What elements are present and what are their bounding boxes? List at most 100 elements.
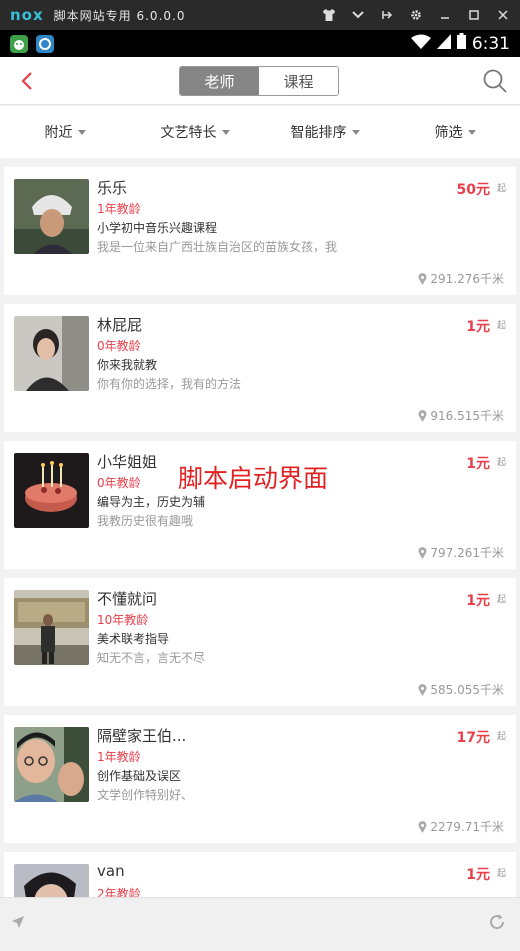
distance: 2279.71千米 xyxy=(418,818,504,835)
location-pin-icon xyxy=(418,272,427,285)
teacher-name: van xyxy=(97,862,125,880)
filter-label: 文艺特长 xyxy=(160,125,217,141)
distance: 916.515千米 xyxy=(418,407,504,424)
app-header: 老师 课程 xyxy=(0,57,520,105)
teacher-name: 乐乐 xyxy=(97,179,128,197)
distance-value: 797.261千米 xyxy=(430,546,504,560)
price-suffix: 起 xyxy=(496,321,506,331)
caret-down-icon xyxy=(221,129,230,135)
course-title: 你来我就教 xyxy=(97,358,158,372)
battery-icon xyxy=(456,33,466,54)
price-suffix: 起 xyxy=(496,184,506,194)
back-arrow-icon[interactable] xyxy=(16,69,40,93)
teacher-description: 我教历史很有趣哦 xyxy=(97,514,194,528)
price: 1元 xyxy=(466,593,490,609)
close-icon[interactable] xyxy=(496,8,510,22)
shirt-icon[interactable] xyxy=(322,8,336,22)
teacher-name: 小华姐姐 xyxy=(97,453,158,471)
pin-icon[interactable] xyxy=(380,8,394,22)
app-screen: 老师 课程 附近 文艺特长 智能排序 筛选 乐乐 1年教龄 小学初中音乐兴趣课程… xyxy=(0,57,520,951)
location-pin-icon xyxy=(418,409,427,422)
course-title: 创作基础及误区 xyxy=(97,769,182,783)
teacher-card[interactable]: 林屁屁 0年教龄 你来我就教 你有你的选择，我有的方法 1元 起 916.515… xyxy=(4,304,516,432)
caret-down-icon xyxy=(467,129,476,135)
location-pin-icon xyxy=(418,820,427,833)
course-title: 美术联考指导 xyxy=(97,632,170,646)
filter-category[interactable]: 文艺特长 xyxy=(130,106,260,158)
minimize-icon[interactable] xyxy=(438,8,452,22)
price-suffix: 起 xyxy=(496,732,506,742)
location-pin-icon xyxy=(418,546,427,559)
location-pin-icon xyxy=(418,683,427,696)
filter-bar: 附近 文艺特长 智能排序 筛选 xyxy=(0,106,520,158)
teaching-years: 0年教龄 xyxy=(97,476,141,490)
filter-nearby[interactable]: 附近 xyxy=(0,106,130,158)
segment-control: 老师 课程 xyxy=(179,66,339,96)
refresh-icon[interactable] xyxy=(488,913,506,931)
distance: 291.276千米 xyxy=(418,270,504,287)
price: 1元 xyxy=(466,456,490,472)
avatar xyxy=(14,316,89,391)
tab-teacher[interactable]: 老师 xyxy=(180,67,259,95)
emulator-logo: nox xyxy=(10,6,44,24)
price-suffix: 起 xyxy=(496,869,506,879)
overlay-text: 脚本启动界面 xyxy=(178,464,329,493)
teacher-name: 隔壁家王伯... xyxy=(97,727,187,745)
distance-value: 2279.71千米 xyxy=(430,820,504,834)
filter-screen[interactable]: 筛选 xyxy=(390,106,520,158)
caret-down-icon xyxy=(77,129,86,135)
teaching-years: 1年教龄 xyxy=(97,202,141,216)
distance-value: 916.515千米 xyxy=(430,409,504,423)
notification-app-icon xyxy=(36,34,54,53)
emulator-title-bar: nox 脚本网站专用 6.0.0.0 xyxy=(0,0,520,30)
bottom-bar xyxy=(0,897,520,951)
wifi-icon xyxy=(410,34,431,54)
teaching-years: 10年教龄 xyxy=(97,613,149,627)
teacher-description: 知无不言，言无不尽 xyxy=(97,651,206,665)
emulator-title: 脚本网站专用 6.0.0.0 xyxy=(53,8,186,23)
tab-course[interactable]: 课程 xyxy=(259,67,338,95)
price: 1元 xyxy=(466,319,490,335)
teacher-card[interactable]: 乐乐 1年教龄 小学初中音乐兴趣课程 我是一位来自广西壮族自治区的苗族女孩，我 … xyxy=(4,167,516,295)
filter-label: 筛选 xyxy=(434,125,463,141)
status-bar: 6:31 xyxy=(0,30,520,57)
avatar xyxy=(14,179,89,254)
location-arrow-icon[interactable] xyxy=(10,914,26,930)
avatar xyxy=(14,590,89,665)
teaching-years: 0年教龄 xyxy=(97,339,141,353)
distance: 585.055千米 xyxy=(418,681,504,698)
filter-sort[interactable]: 智能排序 xyxy=(260,106,390,158)
course-title: 编导为主，历史为辅 xyxy=(97,495,206,509)
price: 17元 xyxy=(456,730,490,746)
distance-value: 291.276千米 xyxy=(430,272,504,286)
course-title: 小学初中音乐兴趣课程 xyxy=(97,221,218,235)
teacher-card[interactable]: 隔壁家王伯... 1年教龄 创作基础及误区 文学创作特别好、 17元 起 227… xyxy=(4,715,516,843)
avatar xyxy=(14,453,89,528)
filter-label: 附近 xyxy=(44,125,73,141)
teacher-name: 不懂就问 xyxy=(97,590,158,608)
teacher-name: 林屁屁 xyxy=(97,316,143,334)
gear-icon[interactable] xyxy=(409,8,423,22)
maximize-icon[interactable] xyxy=(467,8,481,22)
teacher-card[interactable]: 不懂就问 10年教龄 美术联考指导 知无不言，言无不尽 1元 起 585.055… xyxy=(4,578,516,706)
teaching-years: 1年教龄 xyxy=(97,750,141,764)
filter-label: 智能排序 xyxy=(290,125,347,141)
teacher-description: 我是一位来自广西壮族自治区的苗族女孩，我 xyxy=(97,240,338,254)
caret-down-icon xyxy=(351,129,360,135)
search-icon[interactable] xyxy=(482,68,508,94)
price-suffix: 起 xyxy=(496,595,506,605)
distance: 797.261千米 xyxy=(418,544,504,561)
status-time: 6:31 xyxy=(471,33,510,54)
price: 50元 xyxy=(456,182,490,198)
emulator-controls xyxy=(322,8,510,22)
notification-app-icon xyxy=(10,34,28,53)
teacher-description: 文学创作特别好、 xyxy=(97,788,194,802)
chevron-down-icon[interactable] xyxy=(351,8,365,22)
signal-icon xyxy=(436,33,451,54)
price: 1元 xyxy=(466,867,490,883)
distance-value: 585.055千米 xyxy=(430,683,504,697)
teacher-description: 你有你的选择，我有的方法 xyxy=(97,377,242,391)
status-indicators: 6:31 xyxy=(410,33,510,54)
price-suffix: 起 xyxy=(496,458,506,468)
avatar xyxy=(14,727,89,802)
